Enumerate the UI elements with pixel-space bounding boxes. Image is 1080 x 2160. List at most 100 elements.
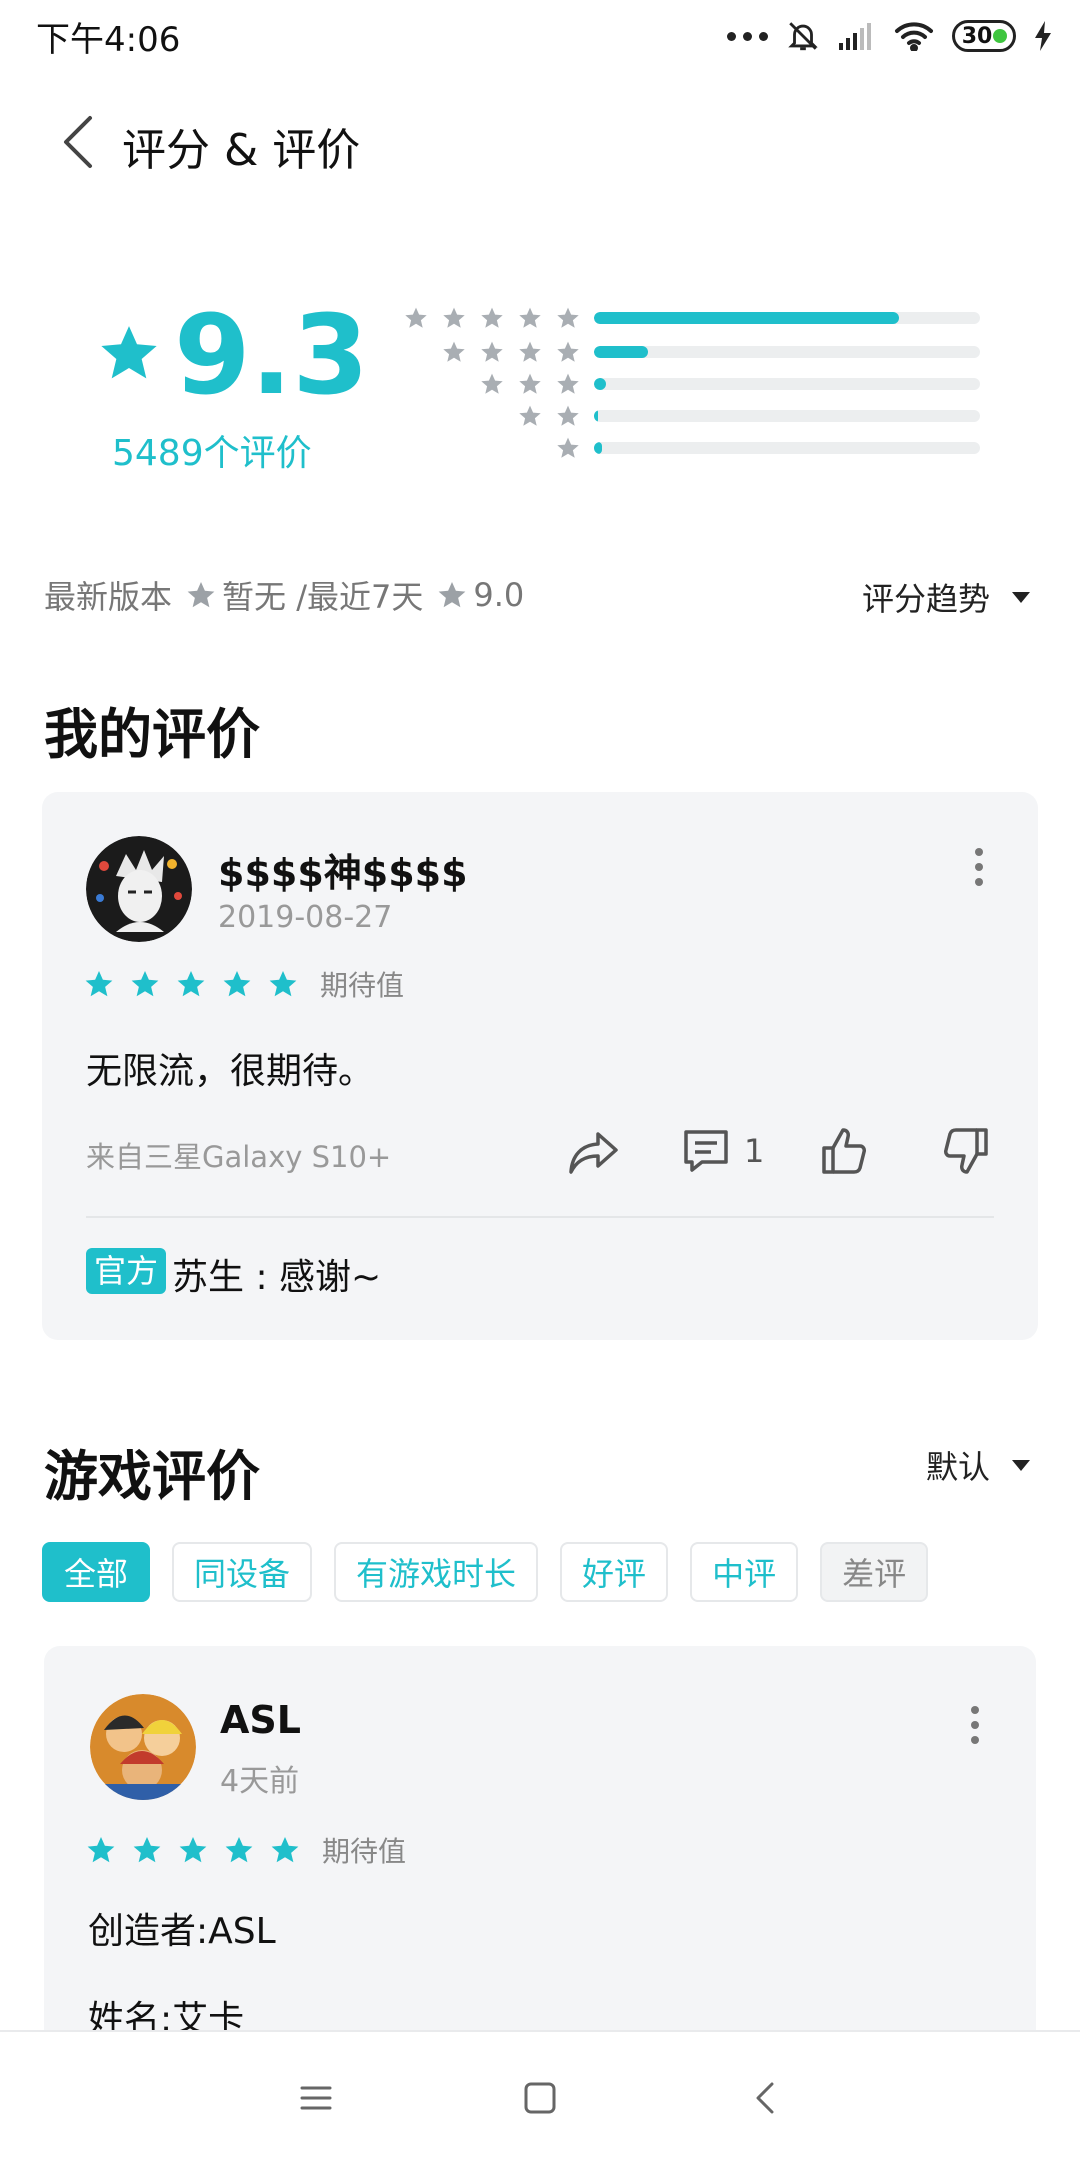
distribution-row-5 bbox=[0, 306, 1080, 332]
username: ASL bbox=[220, 1698, 301, 1742]
rating-tag: 期待值 bbox=[320, 969, 405, 1002]
distribution-stars bbox=[556, 436, 580, 460]
distribution-bar-fill bbox=[594, 410, 598, 422]
rating-trend-label: 评分趋势 bbox=[861, 580, 990, 618]
rating-trend-dropdown[interactable]: 评分趋势 bbox=[862, 574, 1036, 620]
battery-indicator: 30 bbox=[952, 20, 1016, 52]
distribution-bar-fill bbox=[594, 378, 606, 390]
game-reviews-title: 游戏评价 bbox=[44, 1445, 260, 1508]
latest-version-value: 暂无 /最近7天 bbox=[222, 578, 424, 616]
distribution-bar-track bbox=[594, 312, 980, 324]
star-icon bbox=[84, 969, 114, 999]
comment-icon bbox=[684, 1130, 728, 1172]
review-card: ASL 4天前 期待值 创造者:ASL 姓名:艾卡 bbox=[44, 1646, 1036, 2066]
star-icon bbox=[404, 306, 428, 330]
review-date: 4天前 bbox=[220, 1764, 300, 1799]
caret-down-icon bbox=[1012, 591, 1030, 603]
review-date: 2019-08-27 bbox=[218, 900, 393, 935]
star-icon bbox=[130, 969, 160, 999]
distribution-stars bbox=[518, 404, 580, 428]
more-icon[interactable] bbox=[960, 1700, 990, 1750]
distribution-bar-track bbox=[594, 378, 980, 390]
distribution-stars bbox=[480, 372, 580, 396]
more-notifications-icon bbox=[727, 31, 768, 41]
filter-neutral[interactable]: 中评 bbox=[690, 1542, 799, 1602]
recent-rating-value: 9.0 bbox=[473, 576, 525, 614]
star-icon bbox=[518, 306, 542, 330]
version-rating-row: 最新版本 暂无 /最近7天 9.0 评分趋势 bbox=[44, 570, 1036, 620]
back-icon[interactable] bbox=[56, 112, 108, 172]
distribution-bar-fill bbox=[594, 442, 602, 454]
caret-down-icon bbox=[1012, 1459, 1030, 1471]
page-title: 评分 & 评价 bbox=[122, 125, 361, 176]
star-icon bbox=[224, 1835, 254, 1865]
distribution-row-1 bbox=[0, 436, 1080, 462]
device-info: 来自三星Galaxy S10+ bbox=[86, 1140, 392, 1174]
star-icon bbox=[518, 340, 542, 364]
my-review-title: 我的评价 bbox=[44, 703, 260, 766]
comment-button[interactable]: 1 bbox=[682, 1128, 764, 1174]
filter-negative[interactable]: 差评 bbox=[820, 1542, 929, 1602]
sort-label: 默认 bbox=[925, 1448, 990, 1486]
home-icon[interactable] bbox=[518, 2076, 562, 2120]
mute-bell-icon bbox=[788, 22, 818, 51]
thumbs-down-icon[interactable] bbox=[942, 1126, 990, 1176]
comment-count: 1 bbox=[744, 1132, 765, 1170]
wifi-icon bbox=[895, 22, 933, 51]
avatar[interactable] bbox=[90, 1694, 196, 1800]
star-icon bbox=[178, 1835, 208, 1865]
distribution-row-3 bbox=[0, 372, 1080, 398]
star-icon bbox=[556, 306, 580, 330]
star-icon bbox=[222, 969, 252, 999]
star-icon bbox=[518, 404, 542, 428]
star-icon bbox=[556, 436, 580, 460]
status-bar: 下午4:06 30 bbox=[0, 0, 1080, 70]
distribution-bar-track bbox=[594, 442, 980, 454]
back-nav-icon[interactable] bbox=[744, 2076, 788, 2120]
divider bbox=[86, 1216, 994, 1218]
star-icon bbox=[268, 969, 298, 999]
review-text-line: 创造者:ASL bbox=[88, 1911, 276, 1952]
star-icon bbox=[442, 340, 466, 364]
review-filter-chips: 全部 同设备 有游戏时长 好评 中评 差评 bbox=[42, 1542, 929, 1602]
official-tag: 官方 bbox=[86, 1248, 167, 1294]
distribution-row-2 bbox=[0, 404, 1080, 430]
distribution-bar-track bbox=[594, 346, 980, 358]
menu-icon[interactable] bbox=[294, 2076, 338, 2120]
sort-dropdown[interactable]: 默认 bbox=[926, 1442, 1036, 1488]
status-icons: 30 bbox=[727, 14, 1052, 58]
star-icon bbox=[442, 306, 466, 330]
review-stars: 期待值 bbox=[84, 964, 404, 1004]
distribution-bar-track bbox=[594, 410, 980, 422]
star-icon bbox=[437, 580, 467, 610]
distribution-stars bbox=[404, 306, 580, 330]
share-icon[interactable] bbox=[568, 1128, 620, 1176]
review-stars: 期待值 bbox=[86, 1830, 406, 1870]
more-icon[interactable] bbox=[964, 842, 994, 892]
header: 评分 & 评价 bbox=[0, 100, 1080, 190]
username: $$$$神$$$$ bbox=[218, 851, 468, 895]
star-icon bbox=[556, 340, 580, 364]
distribution-bar-fill bbox=[594, 312, 899, 324]
star-icon bbox=[270, 1835, 300, 1865]
filter-has-playtime[interactable]: 有游戏时长 bbox=[334, 1542, 539, 1602]
filter-same-device[interactable]: 同设备 bbox=[172, 1542, 313, 1602]
thumbs-up-icon[interactable] bbox=[820, 1126, 868, 1176]
star-icon bbox=[556, 372, 580, 396]
avatar[interactable] bbox=[86, 836, 192, 942]
latest-version-label: 最新版本 bbox=[44, 578, 173, 616]
official-reply: 苏生 : 感谢~ bbox=[172, 1257, 382, 1298]
distribution-bar-fill bbox=[594, 346, 649, 358]
filter-all[interactable]: 全部 bbox=[42, 1542, 151, 1602]
system-nav-bar bbox=[0, 2030, 1080, 2160]
star-icon bbox=[186, 580, 216, 610]
star-icon bbox=[480, 372, 504, 396]
charging-icon bbox=[1035, 21, 1051, 51]
star-icon bbox=[556, 404, 580, 428]
filter-positive[interactable]: 好评 bbox=[560, 1542, 669, 1602]
signal-icon bbox=[839, 23, 871, 50]
rating-tag: 期待值 bbox=[322, 1835, 407, 1868]
review-text: 无限流，很期待。 bbox=[86, 1051, 375, 1092]
distribution-stars bbox=[442, 340, 580, 364]
distribution-row-4 bbox=[0, 340, 1080, 366]
